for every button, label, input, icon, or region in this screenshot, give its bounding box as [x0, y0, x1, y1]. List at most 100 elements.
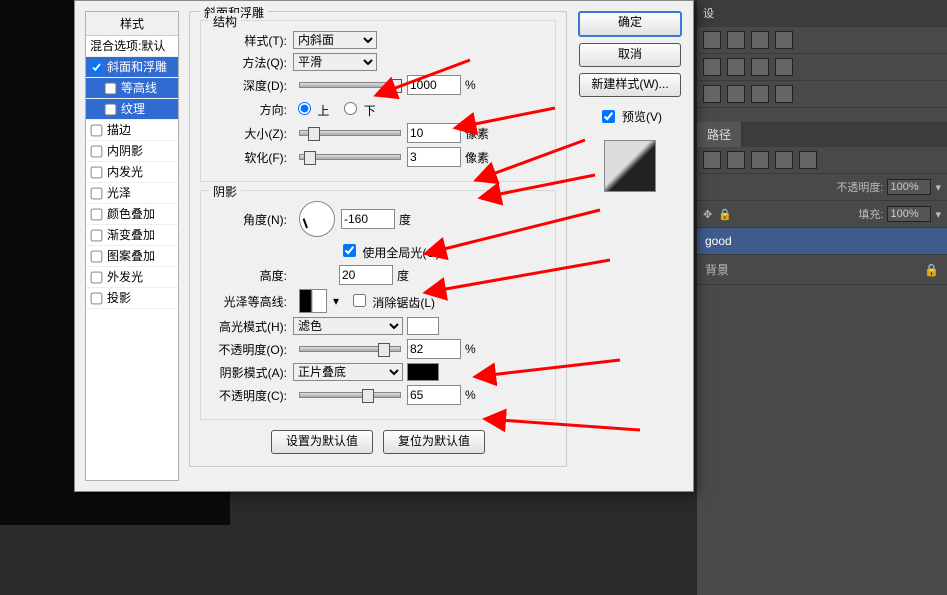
link-icon[interactable]: [775, 151, 793, 169]
rp-icon[interactable]: [703, 58, 721, 76]
right-panel-tab[interactable]: 设: [697, 0, 947, 27]
center-panel: 斜面和浮雕 结构 样式(T): 内斜面 方法(Q): 平滑 深度(D):: [189, 11, 567, 481]
style-item-checkbox[interactable]: [91, 292, 103, 304]
style-item-4[interactable]: 内阴影: [86, 141, 178, 162]
shadow-opacity-unit: %: [465, 388, 476, 402]
paths-tab[interactable]: 路径: [697, 122, 742, 147]
soften-slider[interactable]: [299, 154, 401, 160]
soften-input[interactable]: [407, 147, 461, 167]
layer-good[interactable]: good: [697, 228, 947, 255]
use-global-light-check[interactable]: 使用全局光(G): [339, 241, 440, 261]
rp-icon[interactable]: [775, 85, 793, 103]
style-item-checkbox[interactable]: [91, 187, 103, 199]
rp-icon[interactable]: [703, 85, 721, 103]
altitude-input[interactable]: [339, 265, 393, 285]
rp-icon[interactable]: [727, 85, 745, 103]
ok-button[interactable]: 确定: [578, 11, 682, 37]
cancel-button[interactable]: 取消: [579, 43, 681, 67]
set-default-button[interactable]: 设置为默认值: [271, 430, 373, 454]
lock-icon: 🔒: [924, 263, 939, 277]
style-item-6[interactable]: 光泽: [86, 183, 178, 204]
rp-icon[interactable]: [751, 31, 769, 49]
gloss-contour-swatch[interactable]: [299, 289, 327, 313]
trash-icon[interactable]: [799, 151, 817, 169]
style-item-label: 图案叠加: [107, 249, 155, 263]
shadow-mode-combo[interactable]: 正片叠底: [293, 363, 403, 381]
rp-icon[interactable]: [751, 58, 769, 76]
eye-icon[interactable]: [703, 151, 721, 169]
angle-input[interactable]: [341, 209, 395, 229]
style-item-checkbox[interactable]: [91, 124, 103, 136]
fill-input[interactable]: [887, 206, 931, 222]
move-icon[interactable]: ✥: [703, 208, 712, 221]
preview-label: 预览(V): [622, 108, 662, 125]
style-item-checkbox[interactable]: [91, 61, 103, 73]
reset-default-button[interactable]: 复位为默认值: [383, 430, 485, 454]
blend-options-row[interactable]: 混合选项:默认: [86, 36, 178, 57]
opacity-input[interactable]: [887, 179, 931, 195]
chevron-down-icon[interactable]: ▾: [935, 208, 941, 221]
shadow-opacity-slider[interactable]: [299, 392, 401, 398]
style-item-checkbox[interactable]: [91, 145, 103, 157]
shading-legend: 阴影: [209, 183, 241, 200]
style-item-label: 内发光: [107, 165, 143, 179]
style-item-3[interactable]: 描边: [86, 120, 178, 141]
rp-icon[interactable]: [775, 58, 793, 76]
new-style-button[interactable]: 新建样式(W)...: [579, 73, 681, 97]
size-input[interactable]: [407, 123, 461, 143]
text-icon[interactable]: [751, 151, 769, 169]
direction-up-radio[interactable]: 上: [293, 99, 329, 119]
angle-dial[interactable]: [299, 201, 335, 237]
rp-icon[interactable]: [703, 31, 721, 49]
style-item-label: 颜色叠加: [107, 207, 155, 221]
style-item-checkbox[interactable]: [91, 271, 103, 283]
style-item-7[interactable]: 颜色叠加: [86, 204, 178, 225]
opacity-label: 不透明度:: [836, 179, 883, 195]
preview-check[interactable]: 预览(V): [598, 107, 662, 126]
style-item-label: 投影: [107, 291, 131, 305]
rp-icon[interactable]: [751, 85, 769, 103]
style-item-10[interactable]: 外发光: [86, 267, 178, 288]
lock-icon[interactable]: [727, 151, 745, 169]
style-item-1[interactable]: 等高线: [86, 78, 178, 99]
method-combo[interactable]: 平滑: [293, 53, 377, 71]
shadow-opacity-input[interactable]: [407, 385, 461, 405]
rp-icon[interactable]: [775, 31, 793, 49]
antialias-check[interactable]: 消除锯齿(L): [349, 291, 435, 311]
highlight-color-swatch[interactable]: [407, 317, 439, 335]
style-item-checkbox[interactable]: [105, 82, 117, 94]
soften-label: 软化(F):: [209, 149, 287, 166]
chevron-down-icon[interactable]: ▾: [333, 294, 339, 308]
style-item-8[interactable]: 渐变叠加: [86, 225, 178, 246]
layer-background[interactable]: 背景 🔒: [697, 255, 947, 285]
highlight-mode-label: 高光模式(H):: [209, 318, 287, 335]
style-item-checkbox[interactable]: [91, 229, 103, 241]
right-panel: 设 路径 不透明度: ▾ ✥ 🔒 填充: ▾ good 背景 🔒: [697, 0, 947, 595]
highlight-opacity-input[interactable]: [407, 339, 461, 359]
shadow-color-swatch[interactable]: [407, 363, 439, 381]
highlight-mode-combo[interactable]: 滤色: [293, 317, 403, 335]
rp-icon[interactable]: [727, 58, 745, 76]
style-item-checkbox[interactable]: [91, 250, 103, 262]
style-combo[interactable]: 内斜面: [293, 31, 377, 49]
style-item-label: 描边: [107, 123, 131, 137]
style-item-checkbox[interactable]: [91, 208, 103, 220]
style-item-label: 外发光: [107, 270, 143, 284]
style-item-5[interactable]: 内发光: [86, 162, 178, 183]
rp-icon[interactable]: [727, 31, 745, 49]
style-item-checkbox[interactable]: [105, 103, 117, 115]
depth-slider[interactable]: [299, 82, 401, 88]
style-item-9[interactable]: 图案叠加: [86, 246, 178, 267]
lock-icon[interactable]: 🔒: [718, 208, 732, 221]
chevron-down-icon[interactable]: ▾: [935, 181, 941, 194]
highlight-opacity-slider[interactable]: [299, 346, 401, 352]
depth-input[interactable]: [407, 75, 461, 95]
direction-down-radio[interactable]: 下: [339, 99, 375, 119]
style-item-11[interactable]: 投影: [86, 288, 178, 309]
size-slider[interactable]: [299, 130, 401, 136]
style-item-2[interactable]: 纹理: [86, 99, 178, 120]
structure-group: 结构 样式(T): 内斜面 方法(Q): 平滑 深度(D): %: [200, 20, 556, 182]
style-item-0[interactable]: 斜面和浮雕: [86, 57, 178, 78]
layer-label: good: [705, 234, 732, 248]
style-item-checkbox[interactable]: [91, 166, 103, 178]
